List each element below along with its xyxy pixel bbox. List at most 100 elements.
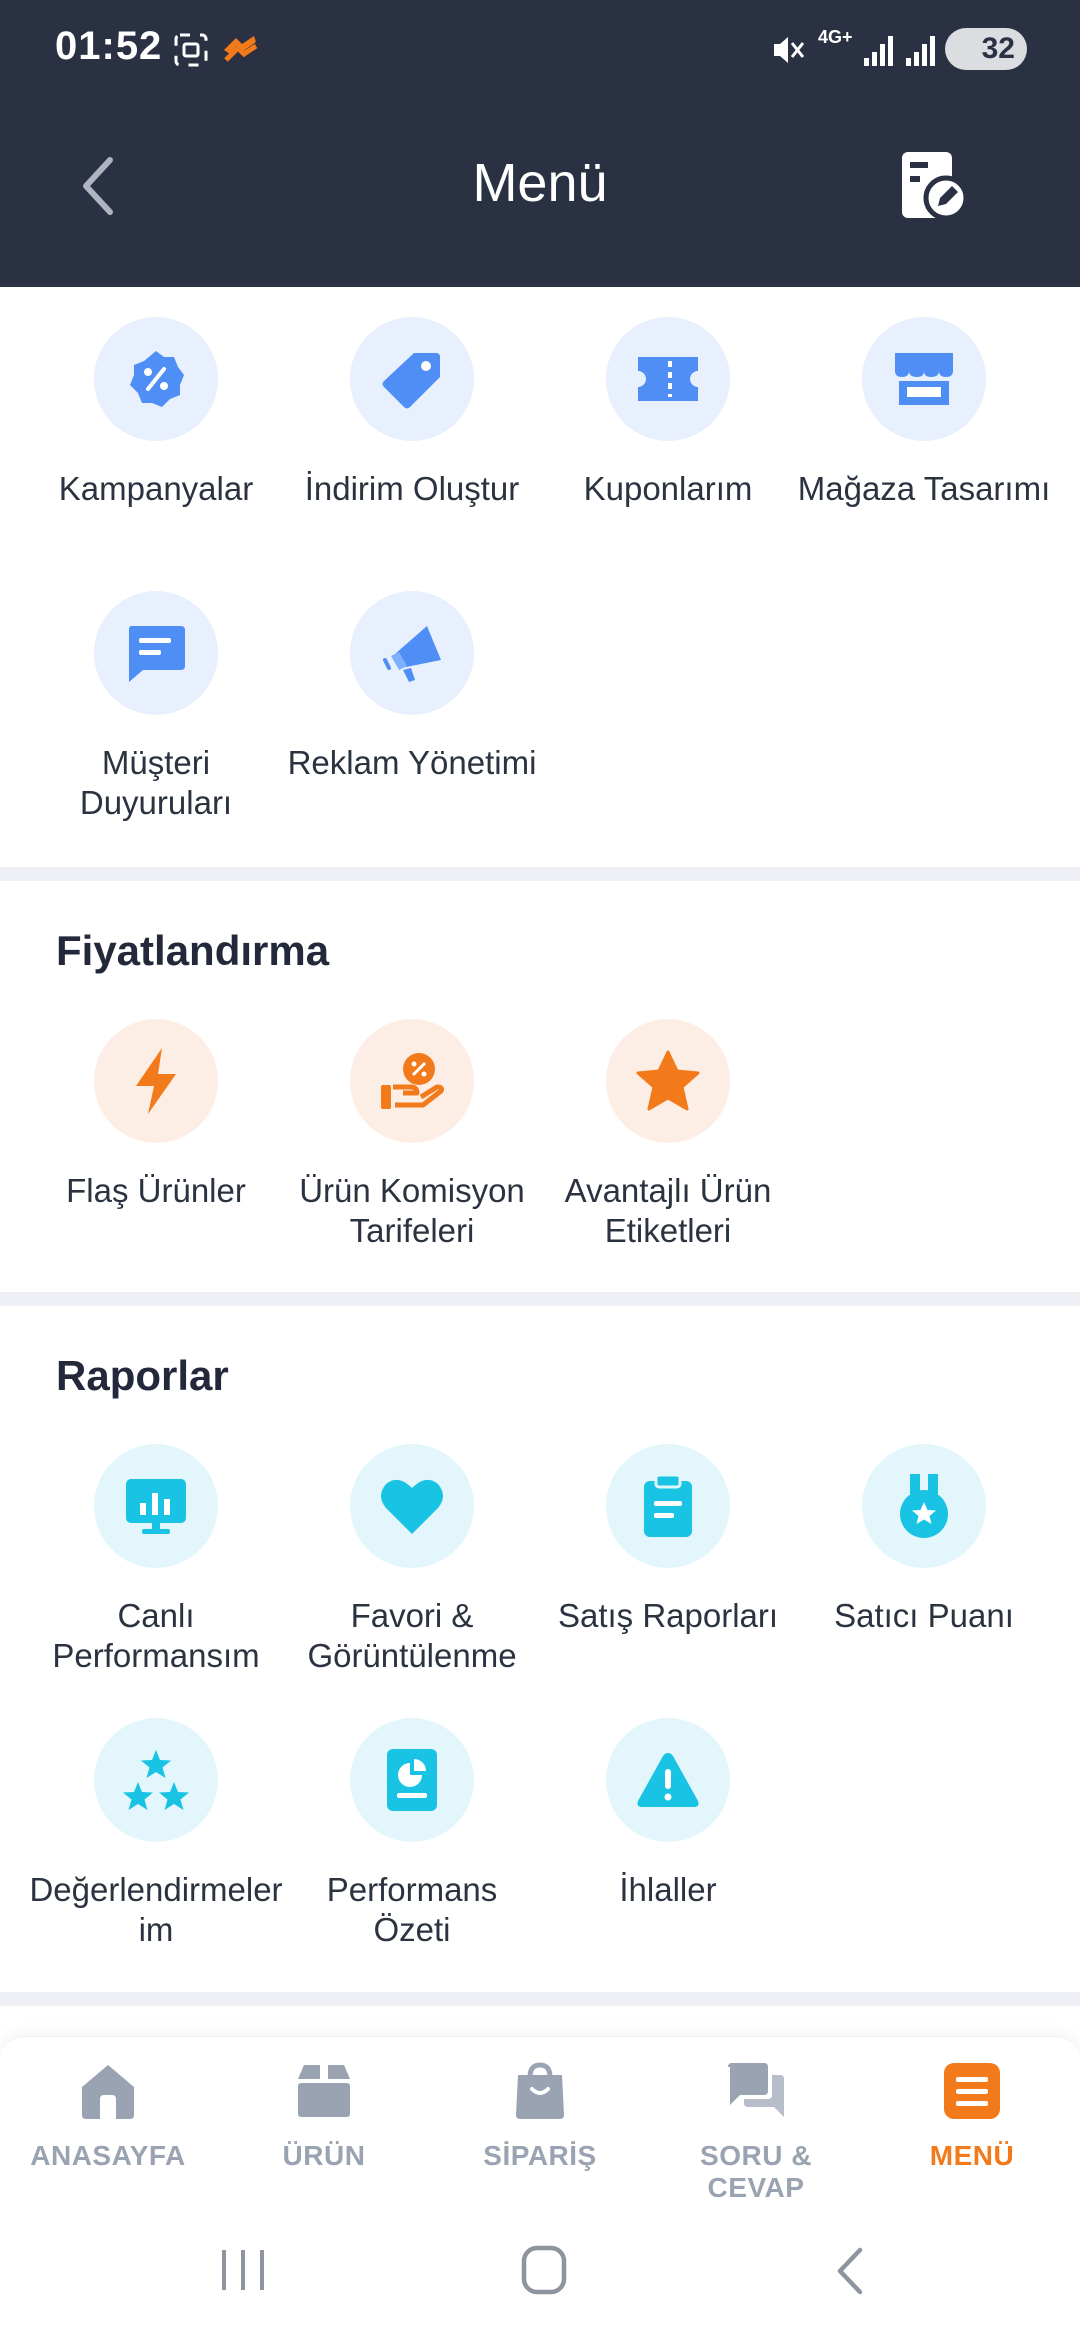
nav-soru-cevap[interactable]: SORU & CEVAP: [648, 2059, 864, 2204]
box-icon: [298, 2065, 350, 2117]
menu-item-label: Değerlendirmelerim: [29, 1871, 283, 1948]
menu-item-satici-puani[interactable]: Satıcı Puanı: [796, 1444, 1052, 1636]
star-icon: [636, 1050, 700, 1111]
reklam-icon-bg: [350, 591, 474, 715]
section-divider: [0, 1292, 1080, 1306]
pricing-section: Fiyatlandırma Flaş Ürünler Ürün Komisyon…: [0, 881, 1080, 1292]
menu-item-degerlendirmelerim[interactable]: Değerlendirmelerim: [28, 1718, 284, 1950]
menu-item-label: Performans Özeti: [326, 1871, 498, 1948]
signal-icon: [864, 36, 893, 66]
menu-item-label: Flaş Ürünler: [66, 1172, 246, 1209]
menu-item-label: Kuponlarım: [583, 470, 753, 507]
menu-item-indirim-olustur[interactable]: İndirim Oluştur: [284, 317, 540, 509]
menu-item-favori-goruntulenme[interactable]: Favori & Görüntülenme: [284, 1444, 540, 1676]
app-notification-icon: [224, 36, 258, 62]
menu-item-label: İndirim Oluştur: [304, 470, 520, 507]
home-button[interactable]: [520, 2244, 568, 2296]
monitor-chart-icon: [126, 1479, 186, 1534]
puan-icon-bg: [862, 1444, 986, 1568]
ihlal-icon-bg: [606, 1718, 730, 1842]
menu-item-label: Kampanyalar: [58, 470, 254, 507]
satis-icon-bg: [606, 1444, 730, 1568]
hand-coin-icon: [381, 1053, 444, 1109]
system-back-button[interactable]: [830, 2246, 870, 2296]
section-divider: [0, 867, 1080, 881]
menu-item-urun-komisyon-tarifeleri[interactable]: Ürün Komisyon Tarifeleri: [284, 1019, 540, 1251]
lightning-icon: [136, 1048, 176, 1114]
magaza-icon-bg: [862, 317, 986, 441]
menu-icon: [944, 2063, 1000, 2119]
battery-indicator: 32: [945, 28, 1027, 70]
komisyon-icon-bg: [350, 1019, 474, 1143]
menu-item-canli-performansim[interactable]: Canlı Performansım: [28, 1444, 284, 1676]
menu-item-satis-raporlari[interactable]: Satış Raporları: [540, 1444, 796, 1636]
nav-menu[interactable]: MENÜ: [864, 2059, 1080, 2172]
campaigns-section: Kampanyalar İndirim Oluştur Kuponlarım M…: [0, 287, 1080, 867]
menu-item-label: Mağaza Tasarımı: [797, 470, 1051, 507]
flas-icon-bg: [94, 1019, 218, 1143]
menu-item-label: Avantajlı Ürün Etiketleri: [564, 1172, 772, 1249]
menu-item-avantajli-urun-etiketleri[interactable]: Avantajlı Ürün Etiketleri: [540, 1019, 796, 1251]
menu-item-label: Satıcı Puanı: [834, 1597, 1014, 1634]
screenshot-icon: [174, 33, 208, 67]
shopping-bag-icon: [516, 2062, 564, 2119]
section-title: Raporlar: [56, 1352, 229, 1399]
app-header: 01:52 4G+ 32 Menü: [0, 0, 1080, 287]
section-title: Fiyatlandırma: [56, 927, 330, 974]
kupon-icon-bg: [606, 317, 730, 441]
nav-label: SORU & CEVAP: [700, 2140, 812, 2203]
battery-level: 32: [981, 32, 1015, 65]
menu-item-label: Reklam Yönetimi: [287, 744, 537, 781]
nav-label: ANASAYFA: [30, 2140, 186, 2171]
nav-anasayfa[interactable]: ANASAYFA: [0, 2059, 216, 2172]
signal-icon-2: [906, 36, 935, 66]
menu-item-musteri-duyurulari[interactable]: Müşteri Duyuruları: [28, 591, 284, 823]
menu-item-label: Canlı Performansım: [52, 1597, 260, 1674]
price-tag-icon: [382, 353, 440, 409]
percent-badge-icon: [130, 351, 184, 407]
menu-item-flas-urunler[interactable]: Flaş Ürünler: [28, 1019, 284, 1211]
menu-item-label: Müşteri Duyuruları: [79, 744, 233, 821]
system-navigation-bar: [0, 2206, 1080, 2340]
storefront-icon: [895, 353, 953, 405]
menu-item-kuponlarim[interactable]: Kuponlarım: [540, 317, 796, 509]
canli-icon-bg: [94, 1444, 218, 1568]
three-stars-icon: [123, 1750, 189, 1810]
nav-siparis[interactable]: SİPARİŞ: [432, 2059, 648, 2172]
nav-urun[interactable]: ÜRÜN: [216, 2059, 432, 2172]
mute-icon: [774, 37, 805, 63]
report-pie-icon: [387, 1749, 437, 1811]
menu-item-reklam-yonetimi[interactable]: Reklam Yönetimi: [284, 591, 540, 783]
section-divider: [0, 1992, 1080, 2006]
nav-label: MENÜ: [929, 2140, 1015, 2171]
kampanyalar-icon-bg: [94, 317, 218, 441]
status-bar: 01:52 4G+ 32: [0, 0, 1080, 100]
chat-message-icon: [129, 626, 185, 682]
reports-section: Raporlar Canlı Performansım Favori & Gör…: [0, 1306, 1080, 1992]
menu-item-label: Favori & Görüntülenme: [307, 1597, 517, 1674]
heart-icon: [381, 1479, 443, 1534]
network-type: 4G+: [818, 27, 853, 47]
menu-item-label: İhlaller: [619, 1871, 717, 1908]
menu-item-performans-ozeti[interactable]: Performans Özeti: [284, 1718, 540, 1950]
bottom-navigation: ANASAYFA ÜRÜN SİPARİŞ SORU & CEVAP MENÜ: [0, 2036, 1080, 2206]
edit-menu-button[interactable]: [898, 148, 970, 226]
recent-apps-button[interactable]: [220, 2246, 266, 2296]
nav-label: ÜRÜN: [282, 2140, 366, 2171]
warning-icon: [637, 1753, 699, 1807]
ticket-icon: [638, 357, 698, 401]
duyuru-icon-bg: [94, 591, 218, 715]
nav-label: SİPARİŞ: [483, 2140, 597, 2171]
menu-item-kampanyalar[interactable]: Kampanyalar: [28, 317, 284, 509]
ozet-icon-bg: [350, 1718, 474, 1842]
menu-item-label: Ürün Komisyon Tarifeleri: [299, 1172, 525, 1249]
indirim-icon-bg: [350, 317, 474, 441]
chat-bubbles-icon: [728, 2063, 784, 2117]
medal-icon: [900, 1474, 948, 1538]
avantaj-icon-bg: [606, 1019, 730, 1143]
menu-item-magaza-tasarimi[interactable]: Mağaza Tasarımı: [796, 317, 1052, 509]
menu-item-ihlaller[interactable]: İhlaller: [540, 1718, 796, 1910]
megaphone-icon: [383, 626, 441, 682]
clipboard-icon: [644, 1473, 692, 1537]
menu-item-label: Satış Raporları: [557, 1597, 779, 1634]
